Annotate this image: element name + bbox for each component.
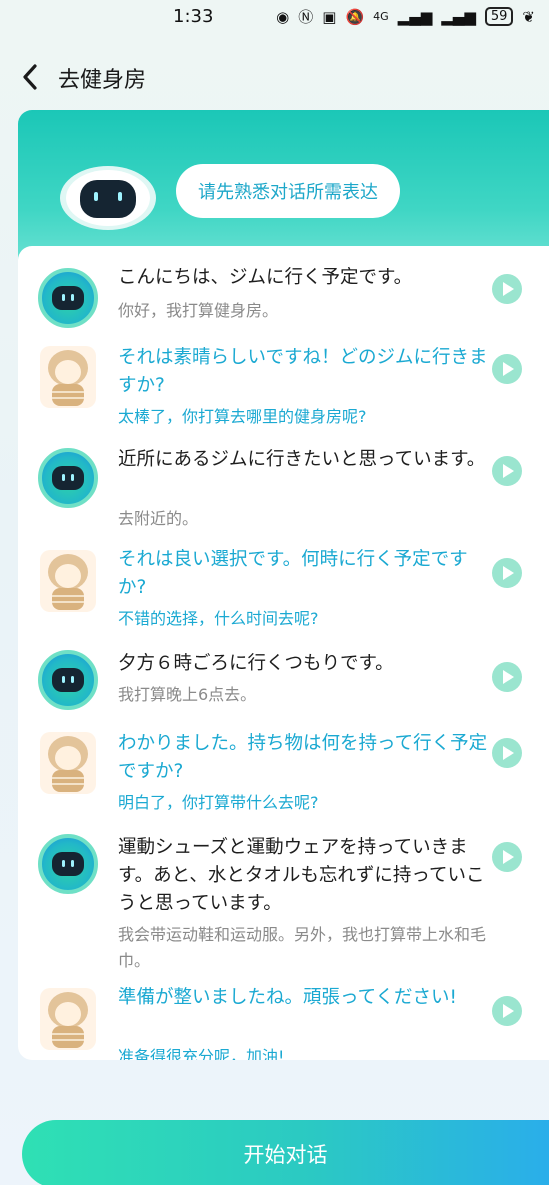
play-audio-button[interactable] [492, 738, 522, 768]
signal-icon: ▂▄▆ [397, 7, 433, 26]
dialog-jp-text: 近所にあるジムに行きたいと思っています。 [118, 449, 486, 470]
dialog-zh-text: 我打算晚上6点去。 [118, 685, 257, 704]
dialog-jp-text: わかりました。持ち物は何を持って行く予定ですか? [118, 733, 488, 782]
dialog-row: こんにちは、ジムに行く予定です。 你好，我打算健身房。 [18, 264, 549, 346]
bot-avatar [38, 448, 98, 508]
play-audio-button[interactable] [492, 274, 522, 304]
status-icons: ◉ Ⓝ ▣ 🔕 4G ▂▄▆ ▂▄▆ 59 ❦ [276, 7, 535, 26]
girl-avatar-icon [48, 350, 88, 406]
user-avatar [40, 988, 96, 1050]
signal-icon-2: ▂▄▆ [441, 7, 476, 26]
dialog-row: 近所にあるジムに行きたいと思っています。 去附近的。 [18, 446, 549, 542]
back-button[interactable] [18, 62, 44, 92]
eye-icon: ◉ [276, 7, 290, 26]
nav-bar: 去健身房 [0, 50, 549, 100]
leaf-icon: ❦ [522, 7, 535, 26]
vibrate-icon: ▣ [322, 7, 337, 26]
intro-bubble: 请先熟悉对话所需表达 [176, 164, 400, 218]
user-avatar [40, 550, 96, 612]
nfc-icon: Ⓝ [298, 7, 314, 26]
dialog-jp-text: それは素晴らしいですね！どのジムに行きますか? [118, 347, 488, 396]
mute-icon: 🔕 [345, 7, 365, 26]
dialog-row: 準備が整いましたね。頑張ってください! 准备得很充分呢，加油! [18, 984, 549, 1060]
robot-icon [60, 166, 156, 230]
dialog-row: 夕方６時ごろに行くつもりです。 我打算晚上6点去。 [18, 650, 549, 732]
play-audio-button[interactable] [492, 456, 522, 486]
girl-avatar-icon [48, 736, 88, 792]
dialog-zh-text: 去附近的。 [118, 509, 199, 528]
dialog-zh-text: 不错的选择，什么时间去呢? [118, 609, 319, 628]
dialog-row: わかりました。持ち物は何を持って行く予定ですか? 明白了，你打算带什么去呢? [18, 730, 549, 830]
play-audio-button[interactable] [492, 354, 522, 384]
dialog-row: それは素晴らしいですね！どのジムに行きますか? 太棒了，你打算去哪里的健身房呢? [18, 344, 549, 444]
play-audio-button[interactable] [492, 558, 522, 588]
dialog-jp-text: 準備が整いましたね。頑張ってください! [118, 987, 457, 1008]
dialog-zh-text: 明白了，你打算带什么去呢? [118, 793, 319, 812]
dialog-jp-text: 運動シューズと運動ウェアを持っていきます。あと、水とタオルも忘れずに持っていこう… [118, 837, 485, 914]
dialog-zh-text: 准备得很充分呢，加油! [118, 1047, 285, 1060]
bot-avatar [38, 650, 98, 710]
play-audio-button[interactable] [492, 662, 522, 692]
user-avatar [40, 732, 96, 794]
dialog-zh-text: 太棒了，你打算去哪里的健身房呢? [118, 407, 367, 426]
play-audio-button[interactable] [492, 996, 522, 1026]
network-label: 4G [373, 9, 389, 23]
chevron-left-icon [23, 64, 37, 90]
dialog-row: 運動シューズと運動ウェアを持っていきます。あと、水とタオルも忘れずに持っていこう… [18, 834, 549, 974]
dialog-jp-text: 夕方６時ごろに行くつもりです。 [118, 653, 394, 674]
battery-indicator: 59 [484, 7, 514, 26]
girl-avatar-icon [48, 554, 88, 610]
status-time: 1:33 [173, 6, 214, 27]
dialog-card: こんにちは、ジムに行く予定です。 你好，我打算健身房。 それは素晴らしいですね！… [18, 246, 549, 1060]
dialog-jp-text: こんにちは、ジムに行く予定です。 [118, 267, 413, 288]
status-bar: 1:33 ◉ Ⓝ ▣ 🔕 4G ▂▄▆ ▂▄▆ 59 ❦ [0, 0, 549, 36]
page-title: 去健身房 [58, 68, 147, 93]
dialog-row: それは良い選択です。何時に行く予定ですか? 不错的选择，什么时间去呢? [18, 546, 549, 646]
dialog-zh-text: 我会带运动鞋和运动服。另外，我也打算带上水和毛巾。 [118, 925, 487, 970]
dialog-zh-text: 你好，我打算健身房。 [118, 301, 279, 320]
play-audio-button[interactable] [492, 842, 522, 872]
bot-avatar [38, 834, 98, 894]
girl-avatar-icon [48, 992, 88, 1048]
dialog-jp-text: それは良い選択です。何時に行く予定ですか? [118, 549, 468, 598]
start-dialog-button[interactable]: 开始对话 [22, 1120, 549, 1185]
bot-avatar [38, 268, 98, 328]
user-avatar [40, 346, 96, 408]
